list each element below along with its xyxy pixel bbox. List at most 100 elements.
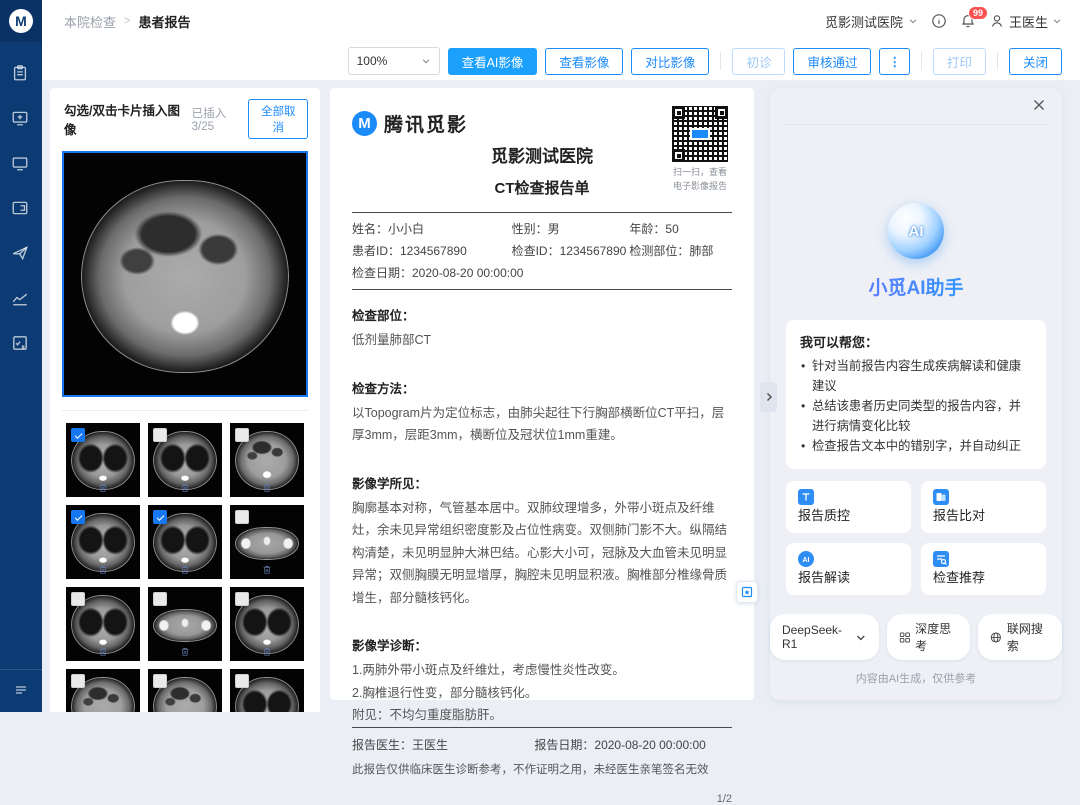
hospital-selector[interactable]: 觅影测试医院 [825, 12, 918, 31]
ai-quick-actions: 报告质控 报告比对 AI 报告解读 检查推荐 [786, 480, 1046, 595]
zoom-select[interactable]: 100% [347, 47, 440, 75]
breadcrumb-current: 患者报告 [138, 14, 191, 30]
user-name: 王医生 [1008, 14, 1048, 30]
thumbnail-checkbox[interactable] [71, 674, 85, 688]
sidebar-item-monitor-plus-icon[interactable] [11, 109, 31, 129]
trash-icon[interactable] [180, 482, 191, 494]
globe-icon [991, 631, 1002, 643]
chart-line-icon [11, 289, 31, 307]
sidebar-collapse-button[interactable] [0, 669, 42, 698]
deep-think-toggle[interactable]: 深度思考 [886, 614, 971, 660]
breadcrumb: 本院检查 > 患者报告 [64, 12, 190, 31]
monitor-plus-icon [11, 109, 31, 127]
image-gallery-panel: 勾选/双击卡片插入图像 已插入 3/25 全部取消 [50, 88, 320, 712]
sidebar-item-monitor-icon[interactable] [11, 154, 31, 174]
report-section: 影像学所见： 胸廓基本对称，气管基本居中。双肺纹理增多，外带小斑点及纤维灶，余未见… [352, 473, 732, 610]
chevron-down-icon [856, 635, 865, 640]
thumbnail-checkbox[interactable] [235, 510, 249, 524]
patient-name: 姓名：小小白 [352, 222, 425, 236]
chevron-down-icon [1053, 19, 1061, 24]
ai-action-label: 报告比对 [933, 507, 986, 523]
compare-image-button[interactable]: 对比影像 [631, 47, 710, 75]
top-header: 本院检查 > 患者报告 觅影测试医院 99 王医生 [42, 0, 1080, 42]
ct-thumbnail[interactable] [66, 669, 140, 712]
sidebar-item-send-icon[interactable] [11, 244, 31, 264]
breadcrumb-parent[interactable]: 本院检查 [64, 12, 116, 31]
ct-thumbnail[interactable] [230, 587, 304, 661]
divider [720, 52, 722, 70]
annotation-button[interactable] [736, 581, 758, 603]
report-compare-icon [933, 488, 1034, 505]
ct-thumbnail[interactable] [230, 423, 304, 497]
collapse-menu-icon [13, 682, 29, 698]
section-text: 2.胸椎退行性变，部分髓核钙化。 [352, 685, 538, 700]
ai-action-report-qc[interactable]: 报告质控 [786, 480, 911, 533]
thumbnail-checkbox[interactable] [235, 674, 249, 688]
ai-help-bullet: 针对当前报告内容生成疾病解读和健康建议 [800, 357, 1032, 397]
approve-button[interactable]: 审核通过 [793, 47, 872, 75]
sidebar-item-card-reader-icon[interactable] [11, 199, 31, 219]
qr-block: 扫一扫，查看 电子影像报告 [668, 106, 732, 193]
cancel-all-button[interactable]: 全部取消 [248, 99, 308, 139]
view-ai-image-button[interactable]: 查看AI影像 [447, 47, 538, 75]
thumbnail-checkbox[interactable] [71, 592, 85, 606]
thumbnail-checkbox[interactable] [235, 592, 249, 606]
ct-thumbnail[interactable] [230, 505, 304, 579]
thumbnail-checkbox[interactable] [235, 428, 249, 442]
web-search-toggle[interactable]: 联网搜索 [978, 614, 1062, 660]
thumbnail-checkbox[interactable] [153, 592, 167, 606]
ai-action-report-compare[interactable]: 报告比对 [921, 480, 1046, 533]
first-diagnosis-button: 初诊 [732, 47, 786, 75]
close-icon[interactable] [1032, 98, 1048, 114]
model-selector-pill[interactable]: DeepSeek-R1 [770, 614, 879, 660]
view-image-button[interactable]: 查看影像 [545, 47, 624, 75]
section-text: 低剂量肺部CT [352, 333, 432, 347]
close-button[interactable]: 关闭 [1008, 47, 1062, 75]
trash-icon[interactable] [180, 646, 191, 658]
svg-text:AI: AI [803, 557, 810, 564]
trash-icon[interactable] [98, 646, 109, 658]
divider [996, 52, 998, 70]
chevron-right-icon [766, 392, 772, 402]
ct-thumbnail[interactable] [148, 587, 222, 661]
trash-icon[interactable] [98, 564, 109, 576]
ai-action-report-interpret[interactable]: AI 报告解读 [786, 542, 911, 595]
collapse-ai-panel-handle[interactable] [760, 382, 777, 412]
sidebar-item-chart-line-icon[interactable] [11, 289, 31, 309]
sidebar-item-clipboard-icon[interactable] [11, 64, 31, 84]
ct-thumbnail[interactable] [66, 505, 140, 579]
divider [920, 52, 922, 70]
ct-thumbnail[interactable] [230, 669, 304, 712]
thumbnail-checkbox[interactable] [153, 674, 167, 688]
trash-icon[interactable] [180, 564, 191, 576]
thumbnail-checkbox[interactable] [71, 428, 85, 442]
thumbnail-checkbox[interactable] [153, 510, 167, 524]
section-title: 影像学所见： [352, 476, 428, 491]
user-menu[interactable]: 王医生 [989, 12, 1062, 31]
trash-icon[interactable] [262, 646, 273, 658]
ai-action-exam-recommend[interactable]: 检查推荐 [921, 542, 1046, 595]
ct-thumbnail[interactable] [148, 423, 222, 497]
trash-icon[interactable] [262, 482, 273, 494]
info-icon[interactable] [931, 13, 947, 29]
ct-thumbnail[interactable] [66, 587, 140, 661]
ct-thumbnail[interactable] [148, 669, 222, 712]
ai-action-label: 检查推荐 [933, 569, 986, 585]
report-section: 影像学诊断： 1.两肺外带小斑点及纤维灶，考虑慢性炎性改变。 2.胸椎退行性变，部分… [352, 635, 732, 727]
miying-logo-icon: M [9, 9, 33, 33]
trash-icon[interactable] [98, 482, 109, 494]
thumbnail-checkbox[interactable] [153, 428, 167, 442]
model-name: DeepSeek-R1 [782, 623, 843, 651]
trash-icon[interactable] [262, 564, 273, 576]
clipboard-icon [11, 64, 31, 82]
sidebar-item-calculator-icon[interactable] [11, 334, 31, 354]
more-actions-button[interactable]: ⋮ [879, 47, 910, 75]
ct-thumbnail[interactable] [148, 505, 222, 579]
report-date: 报告日期：2020-08-20 00:00:00 [534, 737, 706, 752]
thumbnail-checkbox[interactable] [71, 510, 85, 524]
app-sidebar: M [0, 0, 42, 712]
qr-caption-line2: 电子影像报告 [672, 180, 727, 191]
patient-id: 患者ID：1234567890 [352, 244, 467, 258]
ct-thumbnail[interactable] [66, 423, 140, 497]
notification-bell-icon[interactable]: 99 [960, 6, 988, 29]
